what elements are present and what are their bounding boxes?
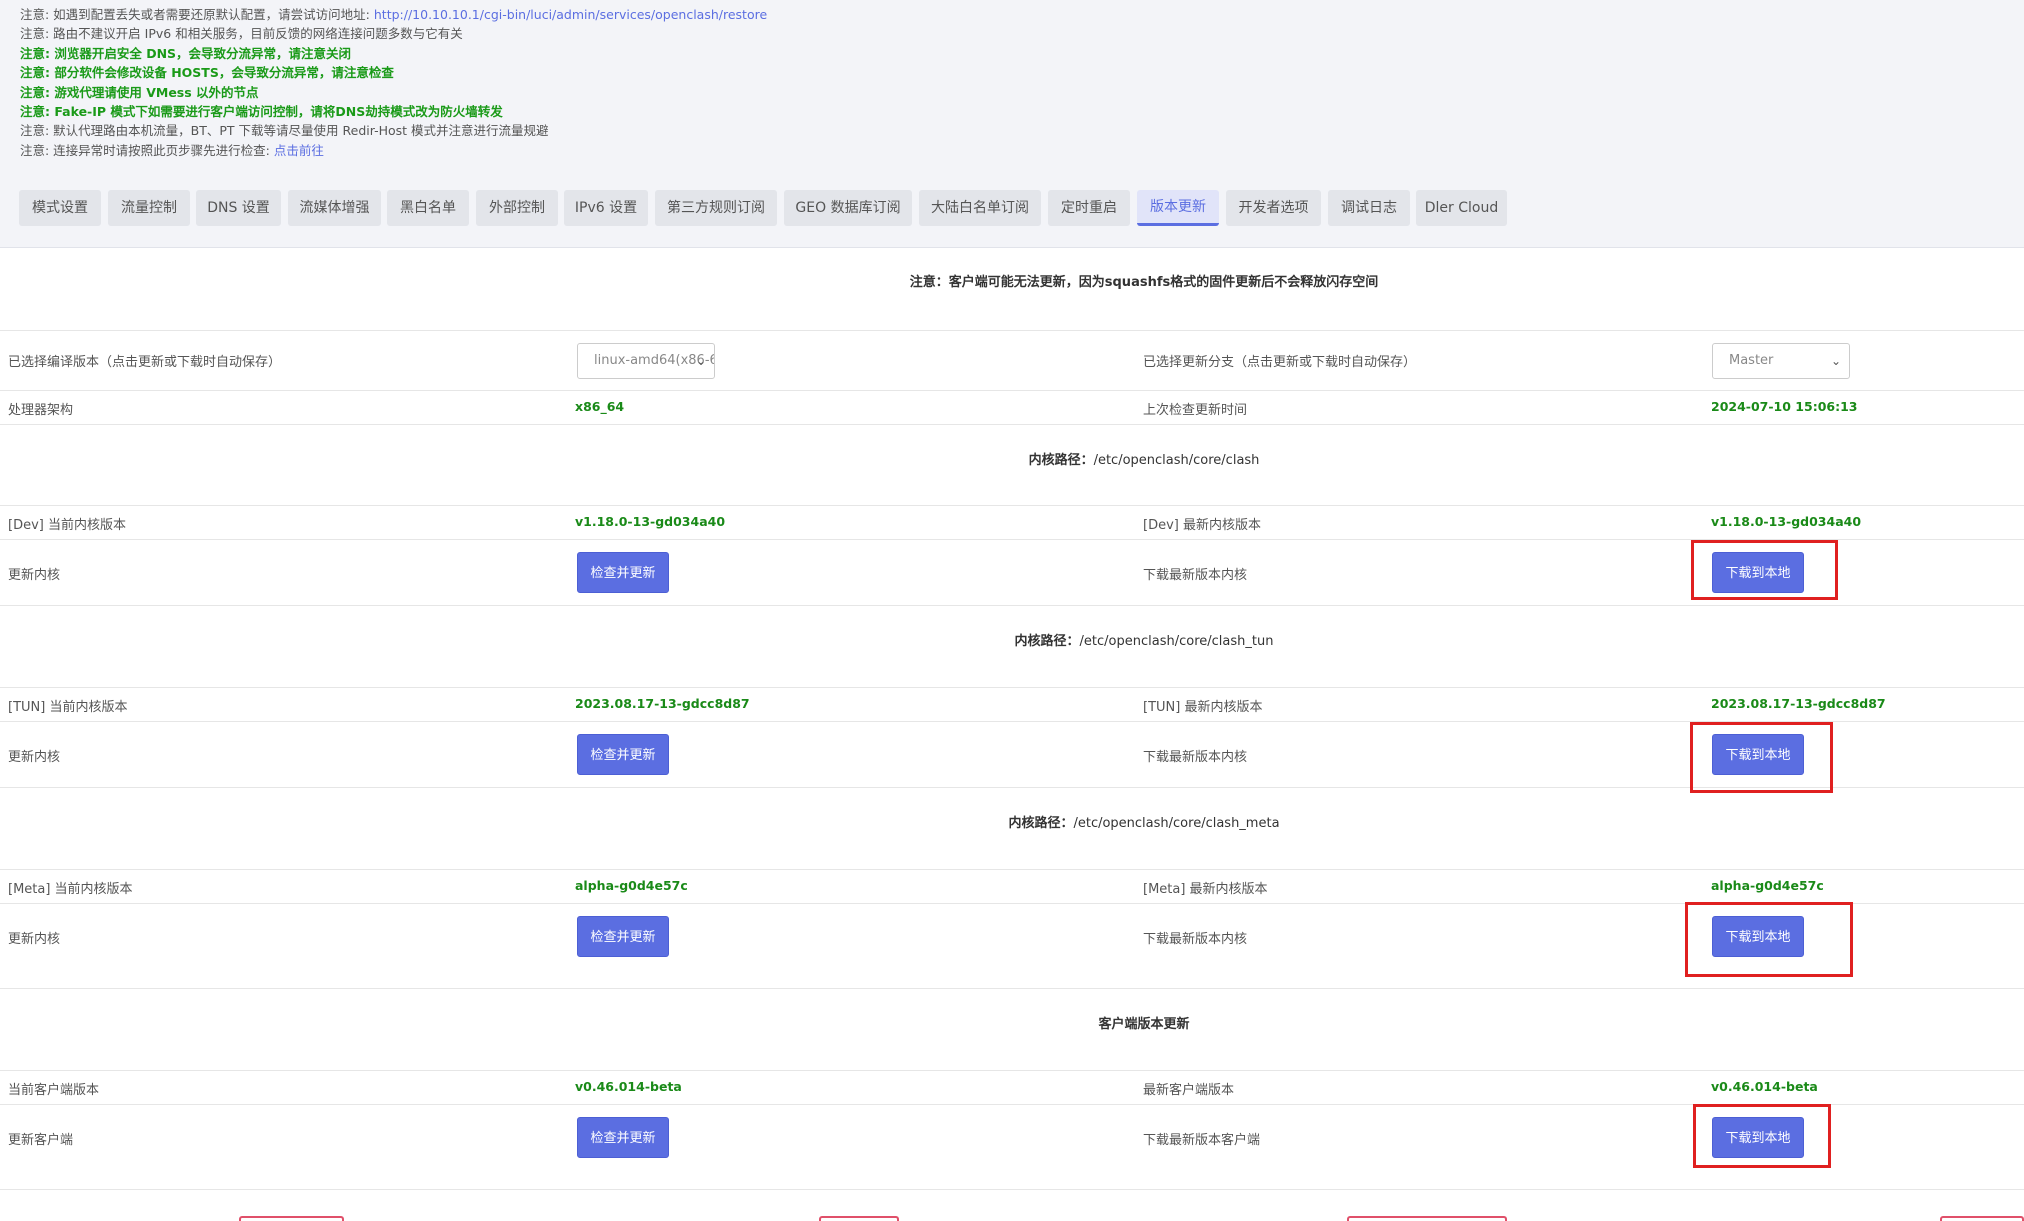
core-meta-current-value: alpha-g0d4e57c [575,878,688,893]
client-current-label: 当前客户端版本 [8,1083,100,1098]
update-branch-select[interactable]: Master ⌄ [1712,343,1850,379]
client-update-title: 客户端版本更新 [1098,1017,1190,1032]
core-meta-download-label: 下载最新版本内核 [1143,932,1248,947]
arch-value: x86_64 [575,399,625,414]
tab-dler-cloud[interactable]: Dler Cloud [1416,190,1507,226]
tab-dns-settings[interactable]: DNS 设置 [196,190,281,226]
arch-row: 处理器架构 x86_64 上次检查更新时间 2024-07-10 15:06:1… [0,391,2024,425]
tab-mode-settings[interactable]: 模式设置 [19,190,101,226]
core-tun-current-label: [TUN] 当前内核版本 [8,700,128,715]
restore-link[interactable]: http://10.10.10.1/cgi-bin/luci/admin/ser… [374,7,767,22]
core-dev-update-label: 更新内核 [8,568,61,583]
tab-external-control[interactable]: 外部控制 [476,190,558,226]
notice-bt-pt: 注意: 默认代理路由本机流量，BT、PT 下载等请尽量使用 Redir-Host… [20,123,549,139]
core-meta-path-section: 内核路径：/etc/openclash/core/clash_meta [0,788,2024,870]
warning-section: 注意：客户端可能无法更新，因为squashfs格式的固件更新后不会释放闪存空间 [0,248,2024,331]
client-download-label: 下载最新版本客户端 [1143,1133,1261,1148]
tab-ipv6-settings[interactable]: IPv6 设置 [564,190,648,226]
last-check-value: 2024-07-10 15:06:13 [1711,399,1858,414]
core-meta-path: 内核路径：/etc/openclash/core/clash_meta [1008,816,1280,831]
bottom-button-partial[interactable] [819,1216,899,1221]
core-tun-latest-value: 2023.08.17-13-gdcc8d87 [1711,696,1886,711]
core-meta-update-button[interactable]: 检查并更新 [577,916,669,957]
tab-mainland-whitelist[interactable]: 大陆白名单订阅 [919,190,1041,226]
client-latest-label: 最新客户端版本 [1143,1083,1235,1098]
core-dev-download-label: 下载最新版本内核 [1143,568,1248,583]
core-dev-latest-label: [Dev] 最新内核版本 [1143,518,1261,533]
core-tun-path: 内核路径：/etc/openclash/core/clash_tun [1014,634,1274,649]
chevron-down-icon: ⌄ [1830,354,1841,368]
compile-version-label: 已选择编译版本（点击更新或下载时自动保存） [8,355,282,370]
notice-panel: 注意: 如遇到配置丢失或者需要还原默认配置，请尝试访问地址: http://10… [0,0,2024,181]
bottom-button-partial[interactable] [1347,1216,1507,1221]
core-tun-version-row: [TUN] 当前内核版本 2023.08.17-13-gdcc8d87 [TUN… [0,688,2024,722]
update-branch-label: 已选择更新分支（点击更新或下载时自动保存） [1143,355,1417,370]
notice-secure-dns: 注意: 浏览器开启安全 DNS，会导致分流异常，请注意关闭 [20,45,352,61]
client-current-value: v0.46.014-beta [575,1079,682,1094]
core-dev-update-button[interactable]: 检查并更新 [577,552,669,593]
core-tun-latest-label: [TUN] 最新内核版本 [1143,700,1263,715]
tab-third-party-rules[interactable]: 第三方规则订阅 [655,190,777,226]
tab-debug-log[interactable]: 调试日志 [1328,190,1410,226]
tab-scheduled-restart[interactable]: 定时重启 [1048,190,1130,226]
client-update-button[interactable]: 检查并更新 [577,1117,669,1158]
core-meta-version-row: [Meta] 当前内核版本 alpha-g0d4e57c [Meta] 最新内核… [0,870,2024,904]
tab-streaming[interactable]: 流媒体增强 [288,190,381,226]
client-update-section: 客户端版本更新 [0,989,2024,1071]
chevron-down-icon: ⌄ [695,354,706,368]
core-tun-download-label: 下载最新版本内核 [1143,750,1248,765]
core-dev-current-label: [Dev] 当前内核版本 [8,518,126,533]
squashfs-warning: 注意：客户端可能无法更新，因为squashfs格式的固件更新后不会释放闪存空间 [909,275,1379,290]
bottom-button-partial[interactable] [239,1216,344,1221]
check-guide-link[interactable]: 点击前往 [274,143,324,158]
client-version-row: 当前客户端版本 v0.46.014-beta 最新客户端版本 v0.46.014… [0,1071,2024,1105]
tab-geo-database[interactable]: GEO 数据库订阅 [784,190,912,226]
client-latest-value: v0.46.014-beta [1711,1079,1818,1094]
core-meta-current-label: [Meta] 当前内核版本 [8,882,133,897]
core-tun-current-value: 2023.08.17-13-gdcc8d87 [575,696,750,711]
core-dev-current-value: v1.18.0-13-gd034a40 [575,514,726,529]
core-meta-update-label: 更新内核 [8,932,61,947]
arch-label: 处理器架构 [8,403,74,418]
highlight-box [1690,722,1833,793]
tab-traffic-control[interactable]: 流量控制 [108,190,190,226]
highlight-box [1691,540,1838,600]
core-meta-latest-value: alpha-g0d4e57c [1711,878,1824,893]
notice-restore: 注意: 如遇到配置丢失或者需要还原默认配置，请尝试访问地址: http://10… [20,7,768,22]
core-dev-path-section: 内核路径：/etc/openclash/core/clash [0,425,2024,506]
tab-version-update[interactable]: 版本更新 [1137,190,1219,226]
selector-row: 已选择编译版本（点击更新或下载时自动保存） linux-amd64(x86-64… [0,331,2024,391]
core-dev-version-row: [Dev] 当前内核版本 v1.18.0-13-gd034a40 [Dev] 最… [0,506,2024,540]
bottom-button-partial[interactable] [1940,1216,2024,1221]
core-tun-update-label: 更新内核 [8,750,61,765]
core-dev-latest-value: v1.18.0-13-gd034a40 [1711,514,1862,529]
last-check-label: 上次检查更新时间 [1143,403,1248,418]
notice-check: 注意: 连接异常时请按照此页步骤先进行检查: 点击前往 [20,142,324,158]
compile-version-select[interactable]: linux-amd64(x86-64)⌄ [577,343,715,379]
highlight-box [1693,1104,1831,1168]
tab-black-white-list[interactable]: 黑白名单 [387,190,469,226]
core-meta-latest-label: [Meta] 最新内核版本 [1143,882,1268,897]
notice-vmess: 注意: 游戏代理请使用 VMess 以外的节点 [20,84,259,100]
notice-hosts: 注意: 部分软件会修改设备 HOSTS，会导致分流异常，请注意检查 [20,65,394,81]
core-tun-update-button[interactable]: 检查并更新 [577,734,669,775]
highlight-box [1685,902,1853,977]
tab-developer-options[interactable]: 开发者选项 [1226,190,1321,226]
client-update-label: 更新客户端 [8,1133,74,1148]
notice-ipv6: 注意: 路由不建议开启 IPv6 和相关服务，目前反馈的网络连接问题多数与它有关 [20,26,463,42]
notice-fakeip: 注意: Fake-IP 模式下如需要进行客户端访问控制，请将DNS劫持模式改为防… [20,104,503,120]
core-dev-path: 内核路径：/etc/openclash/core/clash [1028,453,1260,468]
tab-bar: 模式设置 流量控制 DNS 设置 流媒体增强 黑白名单 外部控制 IPv6 设置… [0,181,2024,248]
core-tun-path-section: 内核路径：/etc/openclash/core/clash_tun [0,606,2024,688]
